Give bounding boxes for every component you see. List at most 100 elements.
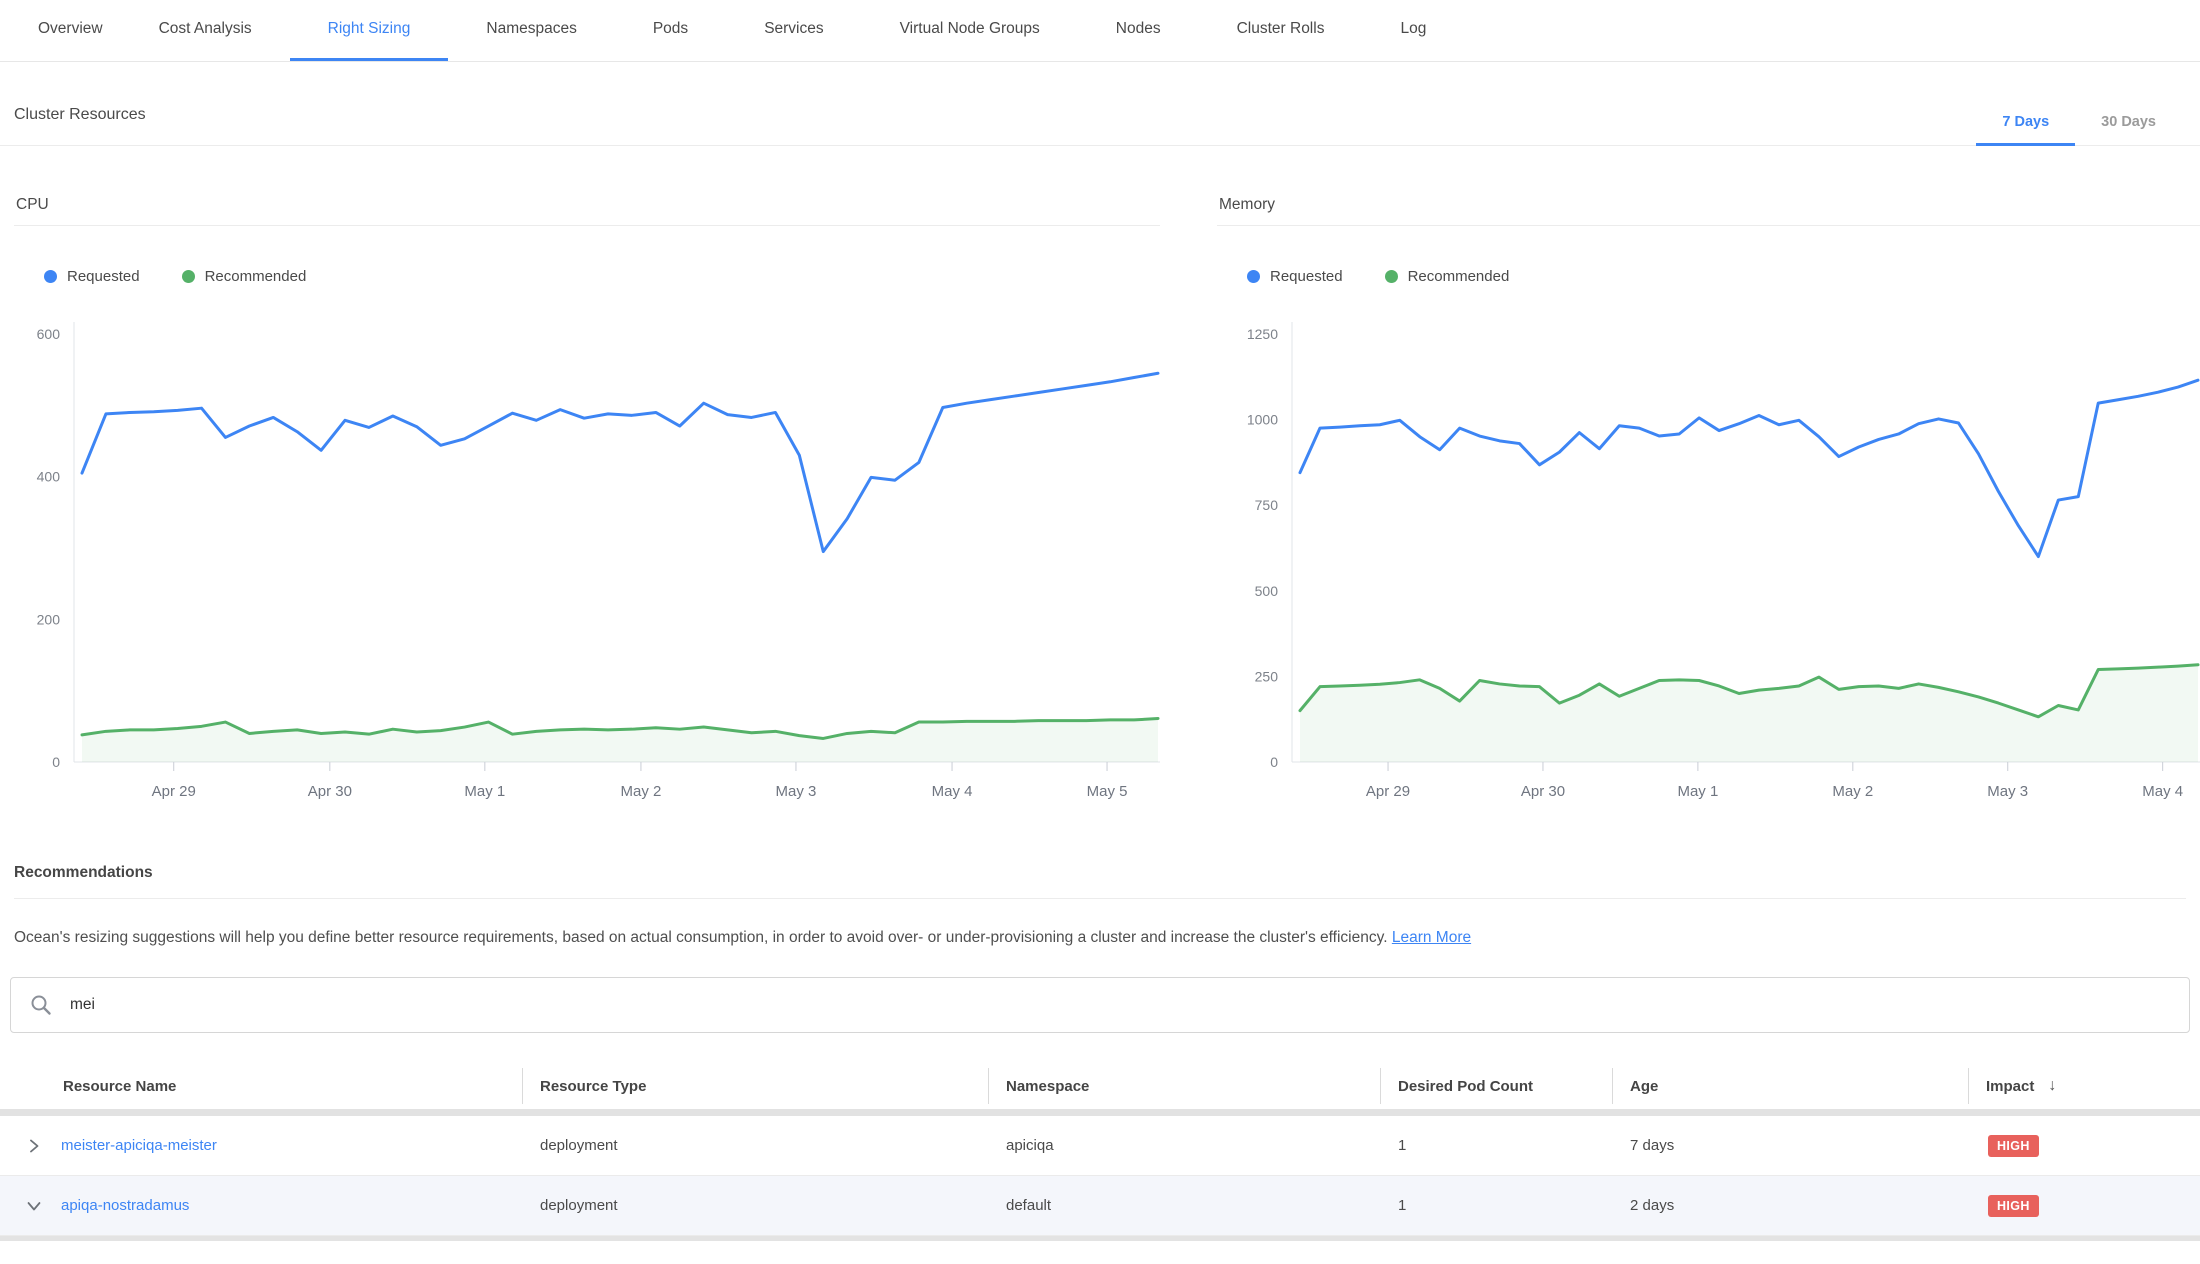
table-header-row: Resource Name Resource Type Namespace Desir… xyxy=(0,1063,2200,1109)
range-toggle: 7 Days30 Days xyxy=(1976,114,2182,145)
recommendations-description-text: Ocean's resizing suggestions will help y… xyxy=(14,929,1388,946)
recommended-legend-dot-icon xyxy=(182,270,195,283)
impact-cell: HIGH xyxy=(1968,1195,2200,1217)
column-label: Resource Type xyxy=(540,1078,646,1095)
age-cell: 2 days xyxy=(1612,1197,1968,1214)
requested-legend-dot-icon xyxy=(1247,270,1260,283)
memory-chart-panel: Memory Requested Recommended 1250 1000 750 5… xyxy=(1217,146,2200,812)
range-tab-30-days[interactable]: 30 Days xyxy=(2075,114,2182,146)
svg-text:250: 250 xyxy=(1255,668,1279,684)
chevron-right-icon[interactable] xyxy=(24,1136,44,1156)
column-label: Resource Name xyxy=(63,1078,176,1095)
legend-label: Requested xyxy=(1270,268,1343,285)
resource-name-cell: apiqa-nostradamus xyxy=(0,1196,522,1216)
recommendations-title: Recommendations xyxy=(14,864,2186,899)
svg-text:Apr 29: Apr 29 xyxy=(152,783,196,800)
impact-badge: HIGH xyxy=(1988,1195,2039,1217)
column-header-namespace[interactable]: Namespace xyxy=(988,1063,1380,1109)
legend-label: Recommended xyxy=(1408,268,1510,285)
tab-pods[interactable]: Pods xyxy=(615,0,726,61)
desired-pod-count-cell: 1 xyxy=(1380,1197,1612,1214)
legend-item-requested: Requested xyxy=(44,268,140,285)
impact-badge: HIGH xyxy=(1988,1135,2039,1157)
legend-item-recommended: Recommended xyxy=(182,268,307,285)
svg-text:May 4: May 4 xyxy=(932,783,973,800)
recommendations-section: Recommendations Ocean's resizing suggest… xyxy=(14,864,2186,947)
charts-row: CPU Requested Recommended 600 400 200 0 Apr 2… xyxy=(0,146,2200,812)
recommendations-description: Ocean's resizing suggestions will help y… xyxy=(14,929,2186,947)
column-header-age[interactable]: Age xyxy=(1612,1063,1968,1109)
range-tab-7-days[interactable]: 7 Days xyxy=(1976,114,2075,146)
svg-text:May 1: May 1 xyxy=(1677,783,1718,800)
table-body: meister-apiciqa-meisterdeploymentapiciqa… xyxy=(0,1116,2200,1236)
cpu-chart: 6004002000Apr 29Apr 30May 1May 2May 3May… xyxy=(14,312,1160,812)
column-header-impact[interactable]: Impact ↓ xyxy=(1968,1063,2200,1109)
memory-chart-title: Memory xyxy=(1217,146,2200,226)
svg-text:200: 200 xyxy=(37,611,61,627)
resource-name-link[interactable]: meister-apiciqa-meister xyxy=(61,1137,217,1154)
search-box xyxy=(10,977,2190,1033)
series-requested-line xyxy=(1300,380,2198,556)
resource-name-link[interactable]: apiqa-nostradamus xyxy=(61,1197,189,1214)
resource-name-cell: meister-apiciqa-meister xyxy=(0,1136,522,1156)
search-icon xyxy=(29,993,53,1017)
chevron-down-icon[interactable] xyxy=(24,1196,44,1216)
svg-text:600: 600 xyxy=(37,326,61,342)
svg-text:Apr 29: Apr 29 xyxy=(1366,783,1410,800)
table-row: meister-apiciqa-meister deploymentapiciqa… xyxy=(0,1116,2200,1176)
cpu-chart-legend: Requested Recommended xyxy=(44,266,1160,286)
svg-text:May 2: May 2 xyxy=(621,783,662,800)
svg-text:1000: 1000 xyxy=(1247,412,1278,428)
tab-virtual-node-groups[interactable]: Virtual Node Groups xyxy=(862,0,1078,61)
requested-legend-dot-icon xyxy=(44,270,57,283)
svg-text:750: 750 xyxy=(1255,497,1279,513)
column-header-resource-type[interactable]: Resource Type xyxy=(522,1063,988,1109)
age-cell: 7 days xyxy=(1612,1137,1968,1154)
recommendations-table: Resource Name Resource Type Namespace Desir… xyxy=(0,1063,2200,1241)
svg-text:May 1: May 1 xyxy=(464,783,505,800)
column-label: Age xyxy=(1630,1078,1658,1095)
tab-services[interactable]: Services xyxy=(726,0,861,61)
legend-item-recommended: Recommended xyxy=(1385,268,1510,285)
table-bottom-divider xyxy=(0,1236,2200,1241)
legend-label: Requested xyxy=(67,268,140,285)
svg-text:May 4: May 4 xyxy=(2142,783,2183,800)
tab-log[interactable]: Log xyxy=(1362,0,1464,61)
section-title: Cluster Resources xyxy=(14,62,146,145)
svg-text:May 3: May 3 xyxy=(776,783,817,800)
svg-text:500: 500 xyxy=(1255,583,1279,599)
column-header-desired-pod-count[interactable]: Desired Pod Count xyxy=(1380,1063,1612,1109)
tab-bar: OverviewCost AnalysisRight SizingNamespa… xyxy=(0,0,2200,62)
search-input[interactable] xyxy=(68,995,2171,1015)
svg-text:May 2: May 2 xyxy=(1832,783,1873,800)
cpu-chart-panel: CPU RequestedRecommended 6004002000Apr 2… xyxy=(14,146,1160,812)
tab-cluster-rolls[interactable]: Cluster Rolls xyxy=(1199,0,1363,61)
legend-item-requested: Requested xyxy=(1247,268,1343,285)
tab-nodes[interactable]: Nodes xyxy=(1078,0,1199,61)
column-label: Impact xyxy=(1986,1078,2034,1095)
cpu-chart-title: CPU xyxy=(14,146,1160,226)
svg-text:May 3: May 3 xyxy=(1987,783,2028,800)
table-row: apiqa-nostradamus deploymentdefault12 day… xyxy=(0,1176,2200,1236)
namespace-cell: apiciqa xyxy=(988,1137,1380,1154)
tab-namespaces[interactable]: Namespaces xyxy=(448,0,614,61)
svg-text:May 5: May 5 xyxy=(1087,783,1128,800)
tab-cost-analysis[interactable]: Cost Analysis xyxy=(131,0,290,61)
sort-desc-icon[interactable]: ↓ xyxy=(2048,1077,2056,1095)
memory-chart-legend: Requested Recommended xyxy=(1247,266,2200,286)
svg-text:1250: 1250 xyxy=(1247,326,1278,342)
namespace-cell: default xyxy=(988,1197,1380,1214)
impact-cell: HIGH xyxy=(1968,1135,2200,1157)
column-header-resource-name[interactable]: Resource Name xyxy=(0,1063,522,1109)
svg-text:0: 0 xyxy=(1270,754,1278,770)
tab-overview[interactable]: Overview xyxy=(8,0,131,61)
svg-text:400: 400 xyxy=(37,469,61,485)
resource-type-cell: deployment xyxy=(522,1137,988,1154)
column-label: Namespace xyxy=(1006,1078,1089,1095)
learn-more-link[interactable]: Learn More xyxy=(1392,929,1471,946)
svg-text:Apr 30: Apr 30 xyxy=(308,783,352,800)
tab-right-sizing[interactable]: Right Sizing xyxy=(290,0,449,61)
desired-pod-count-cell: 1 xyxy=(1380,1137,1612,1154)
column-label: Desired Pod Count xyxy=(1398,1078,1533,1095)
resource-type-cell: deployment xyxy=(522,1197,988,1214)
